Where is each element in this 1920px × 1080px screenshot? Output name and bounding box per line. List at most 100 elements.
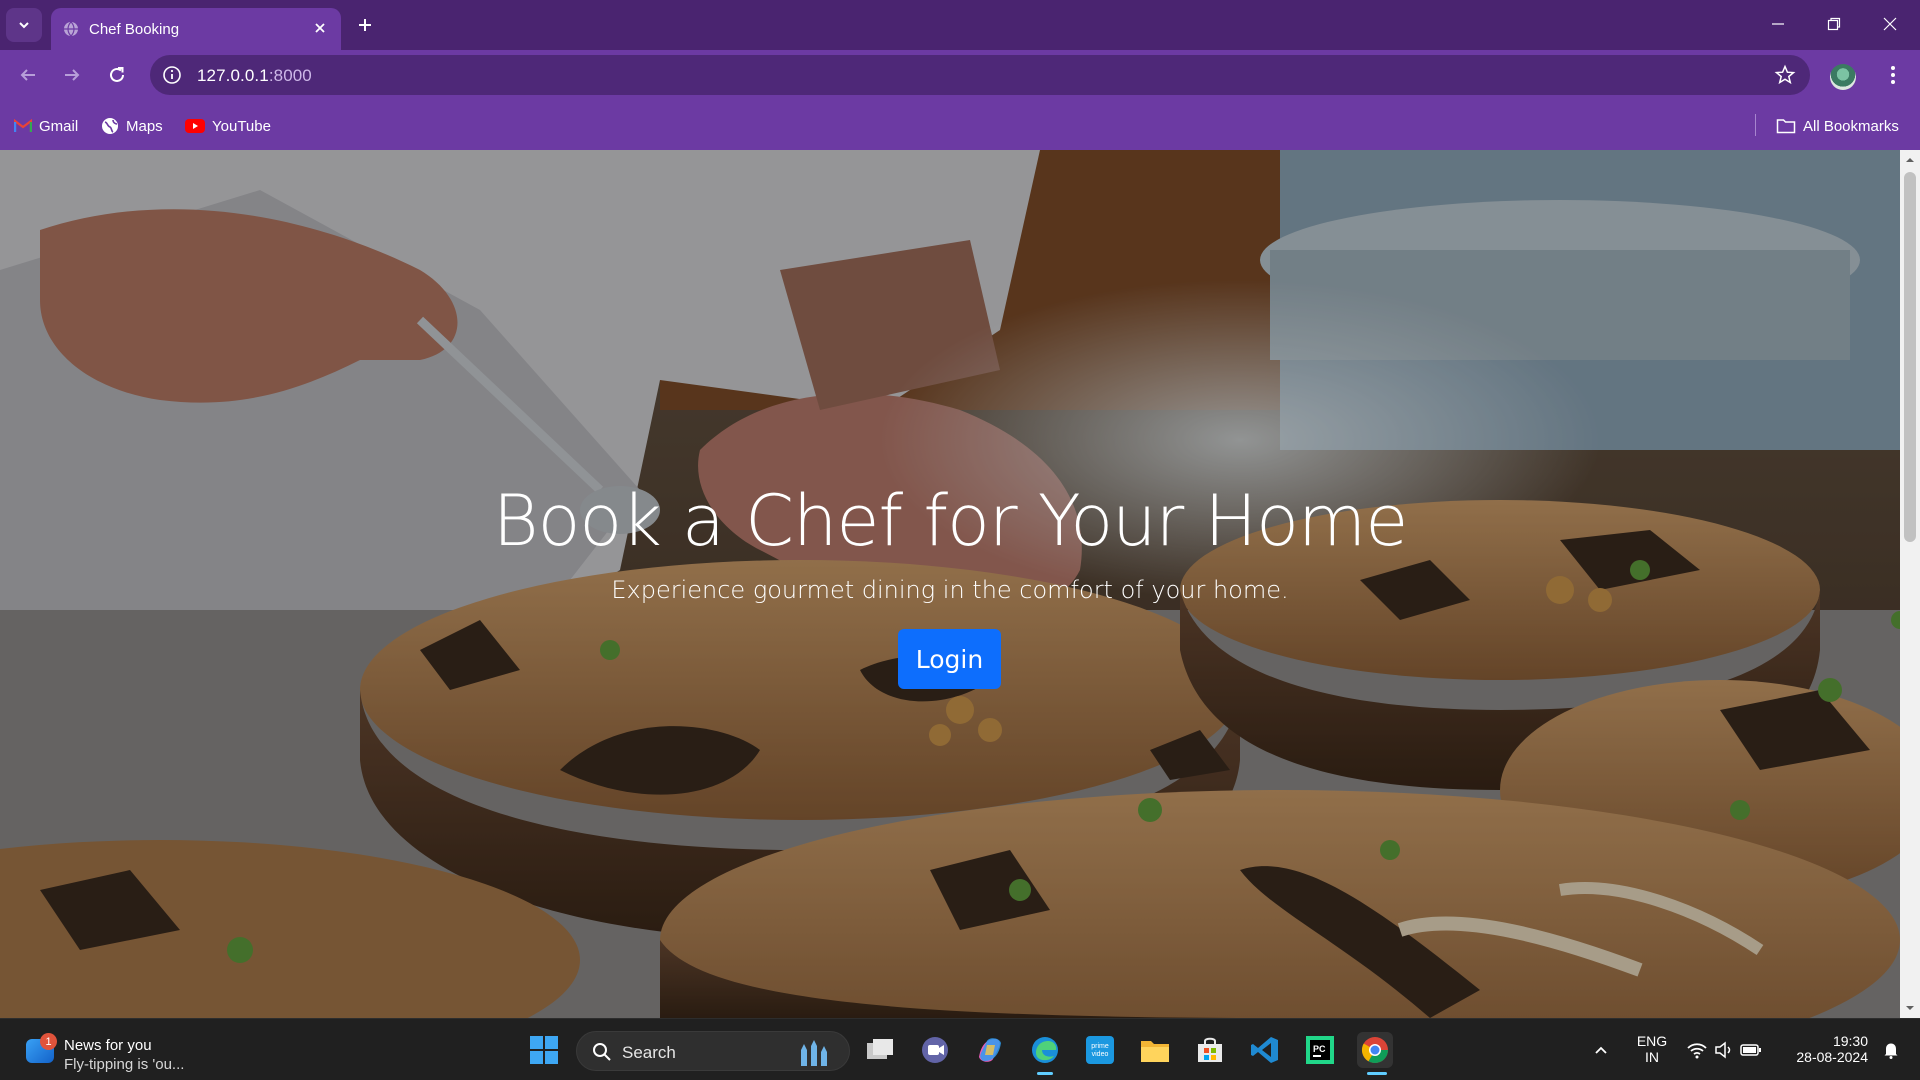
login-button[interactable]: Login (898, 629, 1001, 689)
url-port: :8000 (268, 66, 312, 85)
hero-section: Book a Chef for Your Home Experience gou… (0, 150, 1900, 1018)
search-highlight-icon (801, 1040, 827, 1066)
windows-taskbar: 1 News for you Fly-tipping is 'ou... Sea… (0, 1018, 1920, 1080)
more-vertical-icon (1891, 66, 1895, 84)
file-explorer-icon (1141, 1041, 1169, 1062)
plus-icon (359, 19, 371, 31)
notifications-button[interactable] (1876, 1032, 1906, 1068)
hero-title: Book a Chef for Your Home (492, 480, 1409, 562)
tab-search-button[interactable] (6, 8, 42, 42)
volume-icon (1715, 1041, 1731, 1059)
close-icon (315, 23, 325, 33)
copilot-icon (979, 1038, 1001, 1062)
show-hidden-icons-button[interactable] (1584, 1032, 1618, 1068)
bookmark-maps[interactable]: Maps (101, 116, 163, 136)
close-window-button[interactable] (1862, 0, 1918, 48)
chevron-up-icon (1595, 1046, 1607, 1054)
region-code: IN (1645, 1049, 1659, 1065)
star-icon[interactable] (1774, 64, 1796, 86)
page-viewport: Book a Chef for Your Home Experience gou… (0, 150, 1920, 1018)
browser-tab-strip: Chef Booking (0, 0, 1920, 50)
copilot-button[interactable] (972, 1032, 1008, 1068)
pycharm-button[interactable]: PC (1302, 1032, 1338, 1068)
teams-button[interactable] (917, 1032, 953, 1068)
bell-icon (1884, 1043, 1898, 1059)
maps-icon (102, 118, 118, 134)
browser-menu-button[interactable] (1880, 62, 1906, 88)
bookmark-gmail[interactable]: Gmail (14, 116, 78, 136)
arrow-right-icon (65, 69, 80, 81)
bookmark-label: YouTube (212, 117, 271, 135)
close-icon (1883, 17, 1897, 31)
arrow-left-icon (20, 69, 35, 81)
bookmark-youtube[interactable]: YouTube (185, 116, 271, 136)
teams-icon (922, 1037, 948, 1063)
profile-avatar[interactable] (1830, 64, 1856, 90)
microsoft-store-icon (1198, 1037, 1222, 1062)
vscode-icon (1251, 1037, 1278, 1063)
chrome-button[interactable] (1357, 1032, 1393, 1068)
page-scrollbar[interactable] (1900, 150, 1920, 1018)
pycharm-icon: PC (1306, 1036, 1334, 1064)
notification-badge: 1 (40, 1033, 57, 1050)
reload-icon (110, 67, 124, 82)
microsoft-store-button[interactable] (1192, 1032, 1228, 1068)
back-button[interactable] (12, 59, 44, 91)
prime-video-icon: primevideo (1086, 1036, 1114, 1064)
browser-tab-active[interactable]: Chef Booking (51, 8, 341, 50)
task-view-icon (867, 1039, 893, 1059)
minimize-icon (1772, 23, 1784, 25)
scrollbar-thumb[interactable] (1904, 172, 1916, 542)
all-bookmarks-label: All Bookmarks (1803, 117, 1899, 135)
address-bar[interactable]: 127.0.0.1:8000 (150, 55, 1810, 95)
svg-text:video: video (1092, 1051, 1109, 1058)
browser-toolbar: 127.0.0.1:8000 (0, 50, 1920, 100)
all-bookmarks-button[interactable]: All Bookmarks (1776, 116, 1899, 136)
forward-button[interactable] (56, 59, 88, 91)
edge-icon (1032, 1037, 1058, 1063)
new-tab-button[interactable] (352, 12, 378, 38)
start-button[interactable] (526, 1032, 562, 1068)
language-indicator[interactable]: ENG IN (1628, 1033, 1676, 1065)
news-widget[interactable]: 1 News for you Fly-tipping is 'ou... (22, 1027, 222, 1073)
search-label: Search (622, 1043, 676, 1062)
vscode-button[interactable] (1247, 1032, 1283, 1068)
hero-subtitle: Experience gourmet dining in the comfort… (611, 576, 1289, 604)
scroll-down-icon[interactable] (1905, 1003, 1915, 1013)
chrome-active-indicator (1367, 1072, 1387, 1075)
search-icon (593, 1043, 611, 1061)
wifi-icon (1687, 1043, 1707, 1059)
start-icon (530, 1036, 558, 1064)
tab-title: Chef Booking (89, 21, 180, 38)
prime-video-button[interactable]: prime video (1082, 1032, 1118, 1068)
reload-button[interactable] (101, 59, 133, 91)
folder-icon (1776, 119, 1796, 134)
chevron-down-icon (19, 22, 29, 29)
file-explorer-button[interactable] (1137, 1032, 1173, 1068)
taskbar-search-box[interactable]: Search (576, 1031, 850, 1071)
gmail-icon (14, 119, 32, 132)
restore-button[interactable] (1806, 0, 1862, 48)
clock[interactable]: 19:30 28-08-2024 (1778, 1033, 1868, 1065)
bookmark-label: Maps (126, 117, 163, 135)
news-title: News for you (64, 1037, 152, 1054)
task-view-button[interactable] (862, 1032, 898, 1068)
scroll-up-icon[interactable] (1905, 155, 1915, 165)
bookmarks-bar: Gmail Maps YouTube All Bookmarks (0, 100, 1920, 150)
close-tab-button[interactable] (309, 17, 331, 39)
quick-settings-button[interactable] (1684, 1032, 1764, 1068)
globe-icon (64, 21, 78, 37)
clock-time: 19:30 (1832, 1033, 1868, 1049)
svg-text:PC: PC (1313, 1044, 1326, 1054)
chrome-icon (1361, 1037, 1389, 1064)
edge-button[interactable] (1027, 1032, 1063, 1068)
news-subtitle: Fly-tipping is 'ou... (64, 1056, 185, 1073)
site-info-icon[interactable] (161, 64, 183, 86)
svg-text:prime: prime (1091, 1043, 1109, 1050)
minimize-button[interactable] (1750, 0, 1806, 48)
bookmark-label: Gmail (39, 117, 79, 135)
bookmarks-divider (1755, 114, 1756, 136)
battery-icon (1740, 1044, 1761, 1056)
youtube-icon (185, 119, 205, 133)
restore-icon (1827, 17, 1841, 31)
